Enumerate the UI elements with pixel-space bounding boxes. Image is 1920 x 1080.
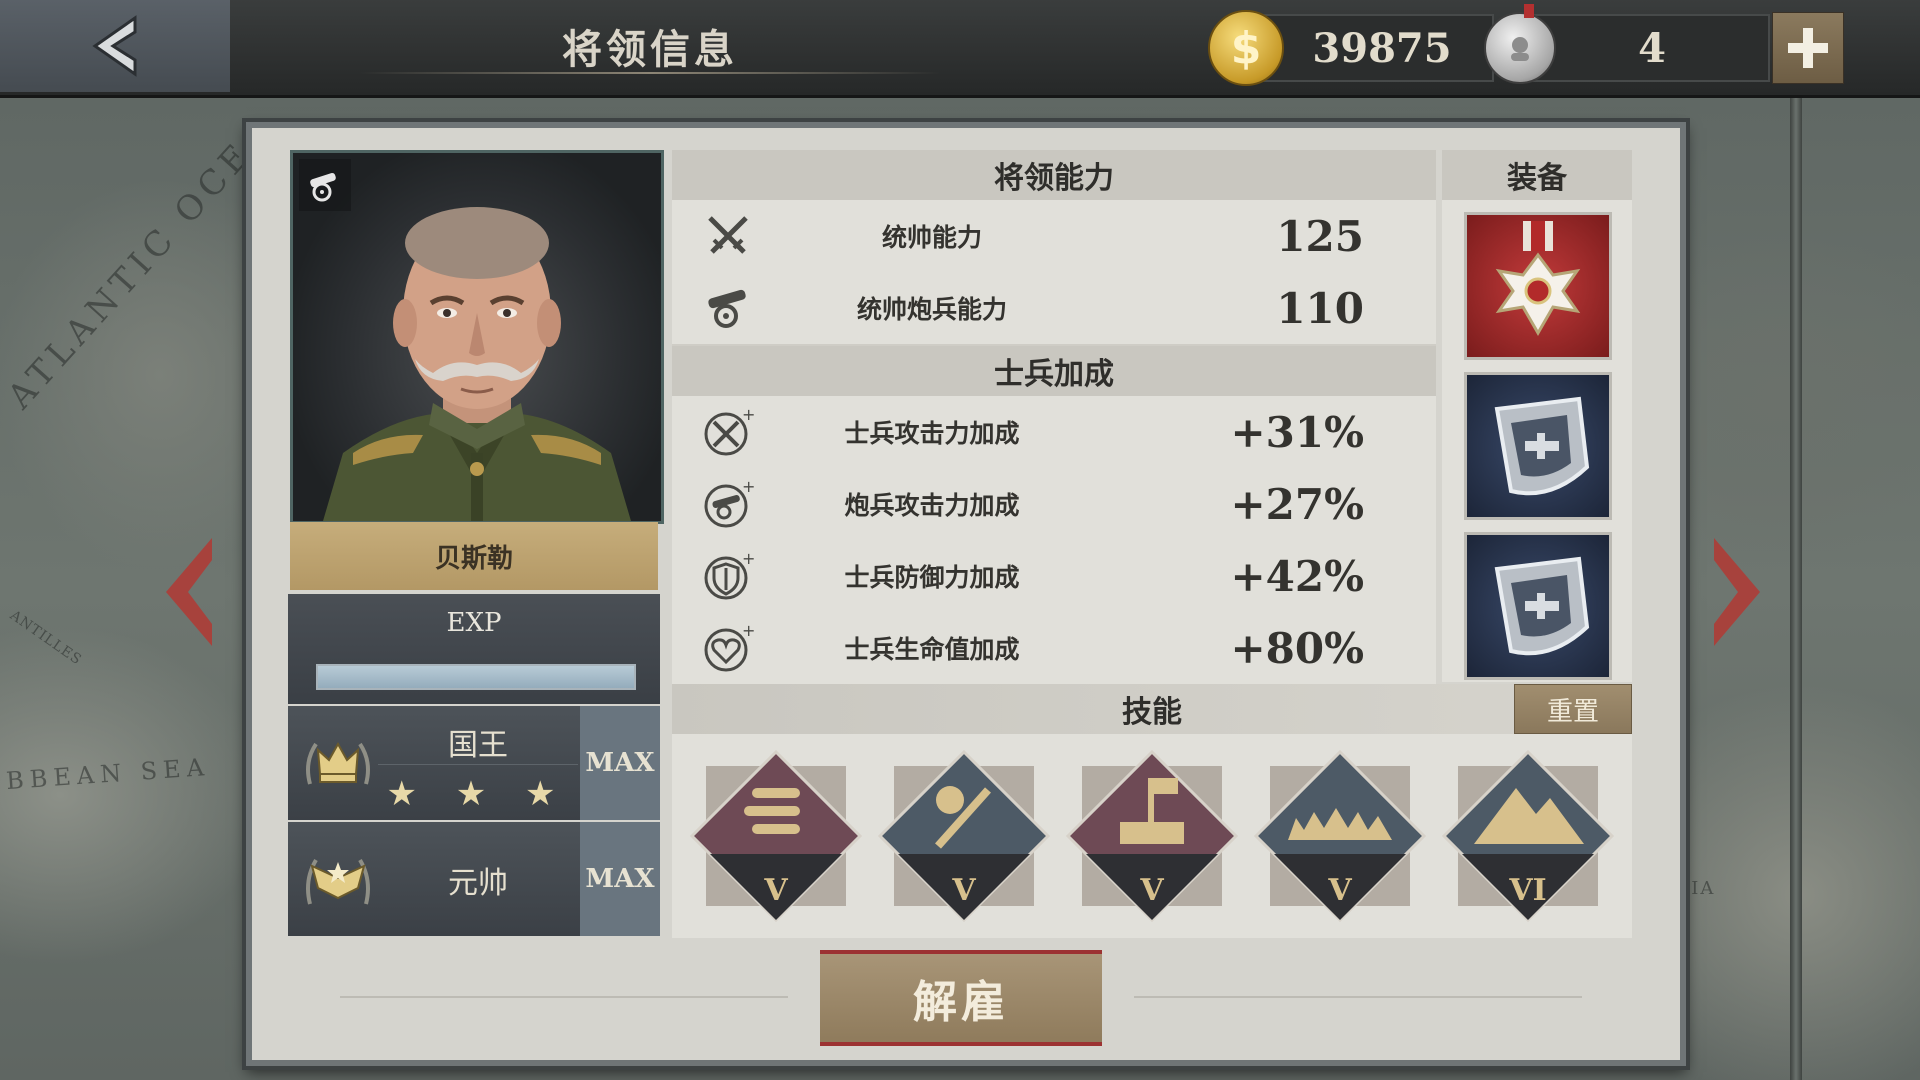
ability-row-command: 统帅能力 125 bbox=[672, 200, 1436, 274]
abilities-header: 将领能力 bbox=[672, 150, 1436, 200]
equipment-header: 装备 bbox=[1442, 150, 1632, 200]
silver-badge-icon bbox=[1494, 396, 1590, 496]
chevron-left-icon bbox=[92, 15, 137, 77]
dismiss-general-button[interactable]: 解雇 bbox=[820, 950, 1102, 1046]
gold-coin-icon: $ bbox=[1208, 10, 1284, 86]
rank-stars: ★ ★ ★ bbox=[386, 774, 570, 814]
top-bar: 将领信息 39875 $ 4 bbox=[0, 0, 1920, 98]
crown-emblem-icon bbox=[298, 722, 378, 802]
rank-name-king: 国王 bbox=[448, 728, 508, 763]
bonus-row-defense: + 士兵防御力加成 +42% bbox=[672, 540, 1436, 614]
ammo-skill-icon bbox=[744, 788, 800, 834]
skill-level-4: V bbox=[1327, 873, 1352, 908]
bonuses-header: 士兵加成 bbox=[672, 346, 1436, 396]
equipment-slot-1[interactable] bbox=[1464, 212, 1612, 360]
svg-text:+: + bbox=[742, 622, 754, 640]
rank-separator bbox=[378, 764, 578, 765]
exp-panel: EXP bbox=[288, 594, 660, 704]
skill-melee[interactable]: V bbox=[876, 748, 1052, 924]
gold-amount: 39875 bbox=[1312, 24, 1452, 72]
bonus-row-artillery: + 炮兵攻击力加成 +27% bbox=[672, 468, 1436, 542]
skill-trench[interactable]: V bbox=[1252, 748, 1428, 924]
bonus-label: 炮兵攻击力加成 bbox=[844, 491, 1020, 520]
ability-value: 125 bbox=[1276, 211, 1364, 261]
rank-row-marshal: 元帅 MAX bbox=[288, 822, 660, 936]
rank-row-king: 国王 ★ ★ ★ MAX bbox=[288, 706, 660, 820]
reset-skills-button[interactable]: 重置 bbox=[1514, 684, 1632, 734]
exp-label: EXP bbox=[446, 608, 502, 638]
next-general-arrow-icon[interactable] bbox=[1706, 532, 1766, 652]
cannon-plus-icon: + bbox=[704, 478, 754, 528]
bonus-value: +80% bbox=[1230, 623, 1364, 673]
ability-label: 统帅炮兵能力 bbox=[856, 295, 1007, 324]
medal-amount: 4 bbox=[1638, 24, 1666, 72]
map-divider bbox=[1790, 95, 1802, 1080]
page-title: 将领信息 bbox=[562, 26, 738, 73]
shield-plus-icon: + bbox=[704, 550, 754, 600]
skill-level-2: V bbox=[951, 873, 976, 908]
ability-value: 110 bbox=[1276, 283, 1364, 333]
ability-row-artillery: 统帅炮兵能力 110 bbox=[672, 272, 1436, 346]
rank-marshal-max-badge: MAX bbox=[580, 822, 660, 936]
artillery-class-icon bbox=[299, 159, 351, 211]
decorative-line-left bbox=[340, 996, 788, 998]
ability-label: 统帅能力 bbox=[881, 223, 982, 252]
skill-level-3: V bbox=[1139, 873, 1164, 908]
gold-counter: 39875 bbox=[1250, 14, 1494, 82]
back-button[interactable] bbox=[0, 0, 230, 92]
bonus-row-health: + 士兵生命值加成 +80% bbox=[672, 612, 1436, 686]
skill-mountain[interactable]: VI bbox=[1440, 748, 1616, 924]
crossed-swords-icon bbox=[708, 216, 748, 254]
plus-icon bbox=[1788, 28, 1828, 68]
marshal-emblem-icon bbox=[298, 840, 378, 920]
prev-general-arrow-icon[interactable] bbox=[160, 532, 220, 652]
title-underline bbox=[360, 72, 940, 74]
equipment-column bbox=[1442, 200, 1632, 682]
skill-level-5: VI bbox=[1508, 873, 1546, 908]
swords-plus-icon: + bbox=[704, 406, 754, 456]
bonus-label: 士兵生命值加成 bbox=[844, 635, 1020, 664]
bonus-label: 士兵防御力加成 bbox=[844, 563, 1020, 592]
skills-header: 技能 bbox=[672, 684, 1632, 734]
medal-ribbon-icon bbox=[1524, 4, 1534, 18]
decorative-line-right bbox=[1134, 996, 1582, 998]
skill-level-1: V bbox=[763, 873, 788, 908]
exp-progress-fill bbox=[318, 666, 634, 688]
skill-ammo[interactable]: V bbox=[688, 748, 864, 924]
equipment-slot-3[interactable] bbox=[1464, 532, 1612, 680]
red-cross-medal-icon bbox=[1495, 221, 1581, 337]
silver-badge-icon bbox=[1494, 556, 1590, 656]
bonus-label: 士兵攻击力加成 bbox=[844, 419, 1020, 448]
bonus-value: +31% bbox=[1230, 407, 1364, 457]
bonus-value: +27% bbox=[1230, 479, 1364, 529]
svg-text:+: + bbox=[742, 550, 754, 568]
svg-text:+: + bbox=[742, 478, 754, 496]
general-portrait bbox=[290, 150, 664, 524]
svg-text:+: + bbox=[742, 406, 754, 424]
bonus-value: +42% bbox=[1230, 551, 1364, 601]
equipment-slot-2[interactable] bbox=[1464, 372, 1612, 520]
add-currency-button[interactable] bbox=[1772, 12, 1844, 84]
silver-medal-icon bbox=[1484, 12, 1556, 84]
rank-king-max-badge: MAX bbox=[580, 706, 660, 820]
exp-progress-bar bbox=[316, 664, 636, 690]
skills-panel: V V V V VI bbox=[672, 734, 1632, 938]
general-name: 贝斯勒 bbox=[290, 522, 658, 590]
rank-name-marshal: 元帅 bbox=[448, 866, 508, 901]
skill-fortify[interactable]: V bbox=[1064, 748, 1240, 924]
cannon-icon bbox=[708, 289, 746, 328]
heart-plus-icon: + bbox=[704, 622, 754, 672]
bonus-row-attack: + 士兵攻击力加成 +31% bbox=[672, 396, 1436, 470]
